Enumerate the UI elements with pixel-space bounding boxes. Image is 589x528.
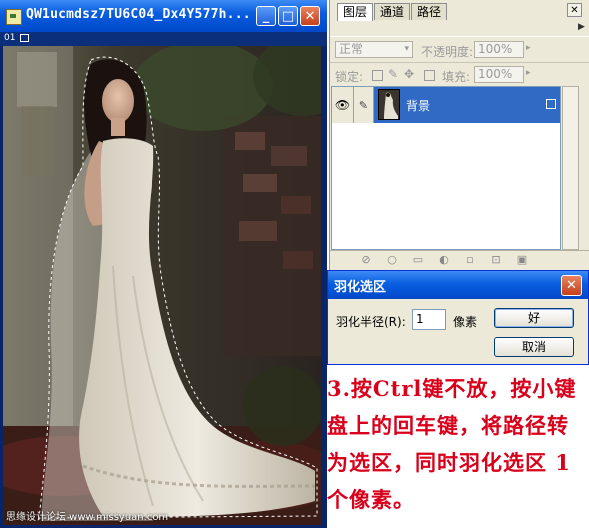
lock-label: 锁定: (335, 70, 364, 84)
fill-label: 填充: (442, 70, 471, 84)
fill-arrow-icon[interactable]: ▸ (526, 68, 531, 78)
document-strip-label: 01 (4, 33, 16, 43)
bride-photo-illustration (3, 46, 321, 525)
layers-panel: 图层 通道 路径 ✕ ▶ 正常 ▾ 不透明度: 100% ▸ 锁定: ✎ ✥ 填… (329, 0, 589, 271)
opacity-field[interactable]: 100% (474, 41, 524, 58)
tab-paths[interactable]: 路径 (411, 3, 448, 20)
opacity-arrow-icon[interactable]: ▸ (526, 43, 531, 53)
layers-scrollbar[interactable] (562, 86, 579, 250)
layer-lock-icon (546, 99, 556, 109)
layer-thumbnail (378, 89, 400, 120)
layers-close-button[interactable]: ✕ (567, 3, 582, 17)
lock-fill-row: 锁定: ✎ ✥ 填充: 100% ▸ (330, 62, 589, 87)
lock-transparency-icon[interactable] (372, 70, 383, 81)
layers-tab-bar: 图层 通道 路径 ✕ (330, 0, 589, 21)
layers-bottom-toolbar: ⊘ ○ ▭ ◐ ▫ ⊡ ▣ (330, 250, 589, 271)
fill-field[interactable]: 100% (474, 66, 524, 83)
image-file-icon (6, 9, 22, 25)
canvas-photo[interactable] (3, 46, 321, 525)
dialog-close-button[interactable]: ✕ (561, 275, 582, 296)
trash-icon[interactable]: ▣ (516, 254, 528, 266)
opacity-label: 不透明度: (421, 45, 474, 59)
layer-style-icon[interactable]: ○ (386, 254, 398, 266)
fill-value: 100% (478, 67, 513, 81)
close-button[interactable]: ✕ (300, 6, 320, 26)
lock-all-icon[interactable] (424, 70, 435, 81)
dialog-title: 羽化选区 (334, 280, 387, 295)
adjustment-layer-icon[interactable]: ◐ (438, 254, 450, 266)
layer-name: 背景 (406, 99, 431, 113)
minimize-button[interactable]: _ (256, 6, 276, 26)
blend-opacity-row: 正常 ▾ 不透明度: 100% ▸ (330, 36, 589, 63)
instruction-text: 3.按Ctrl键不放，按小键盘上的回车键，将路径转为选区，同时羽化选区 1 个像… (327, 376, 577, 512)
new-group-icon[interactable]: ▫ (464, 254, 476, 266)
blend-mode-value: 正常 (339, 42, 364, 56)
feather-radius-label: 羽化半径(R): (336, 315, 406, 329)
layer-row-background[interactable]: 👁 ✎ 背景 (332, 87, 560, 123)
tab-layers[interactable]: 图层 (337, 3, 374, 21)
watermark-text: 思缘设计论坛 www.missyuan.com (6, 512, 169, 523)
dialog-titlebar[interactable]: 羽化选区 ✕ (328, 271, 588, 299)
chevron-down-icon: ▾ (404, 44, 409, 54)
document-window: QW1ucmdsz7TU6C04_Dx4Y577h... _ □ ✕ 01 思缘… (0, 0, 327, 528)
tab-channels[interactable]: 通道 (374, 3, 411, 20)
opacity-value: 100% (478, 42, 513, 56)
layers-list: 👁 ✎ 背景 (331, 86, 561, 250)
cancel-button[interactable]: 取消 (494, 337, 574, 357)
blend-mode-select[interactable]: 正常 ▾ (335, 41, 413, 58)
link-layers-icon[interactable]: ⊘ (360, 254, 372, 266)
maximize-button[interactable]: □ (278, 6, 298, 26)
feather-selection-dialog: 羽化选区 ✕ 羽化半径(R): 1 像素 好 取消 (327, 270, 589, 365)
panel-menu-arrow-icon[interactable]: ▶ (578, 22, 588, 34)
document-title: QW1ucmdsz7TU6C04_Dx4Y577h... (26, 7, 251, 22)
layer-thumbnail-image (379, 90, 399, 119)
layer-mask-icon[interactable]: ▭ (412, 254, 424, 266)
new-layer-icon[interactable]: ⊡ (490, 254, 502, 266)
brush-icon[interactable]: ✎ (354, 87, 374, 123)
lock-position-icon[interactable]: ✥ (404, 67, 414, 81)
document-info-strip: 01 (0, 32, 327, 46)
lock-image-icon[interactable]: ✎ (388, 67, 398, 81)
feather-radius-input[interactable]: 1 (412, 309, 446, 330)
instruction-note: 3.按Ctrl键不放，按小键盘上的回车键，将路径转为选区，同时羽化选区 1 个像… (327, 365, 589, 528)
ok-button[interactable]: 好 (494, 308, 574, 328)
feather-unit-label: 像素 (453, 315, 478, 329)
document-titlebar[interactable]: QW1ucmdsz7TU6C04_Dx4Y577h... _ □ ✕ (0, 0, 327, 32)
eye-icon[interactable]: 👁 (332, 87, 354, 123)
document-strip-icon (20, 34, 29, 42)
